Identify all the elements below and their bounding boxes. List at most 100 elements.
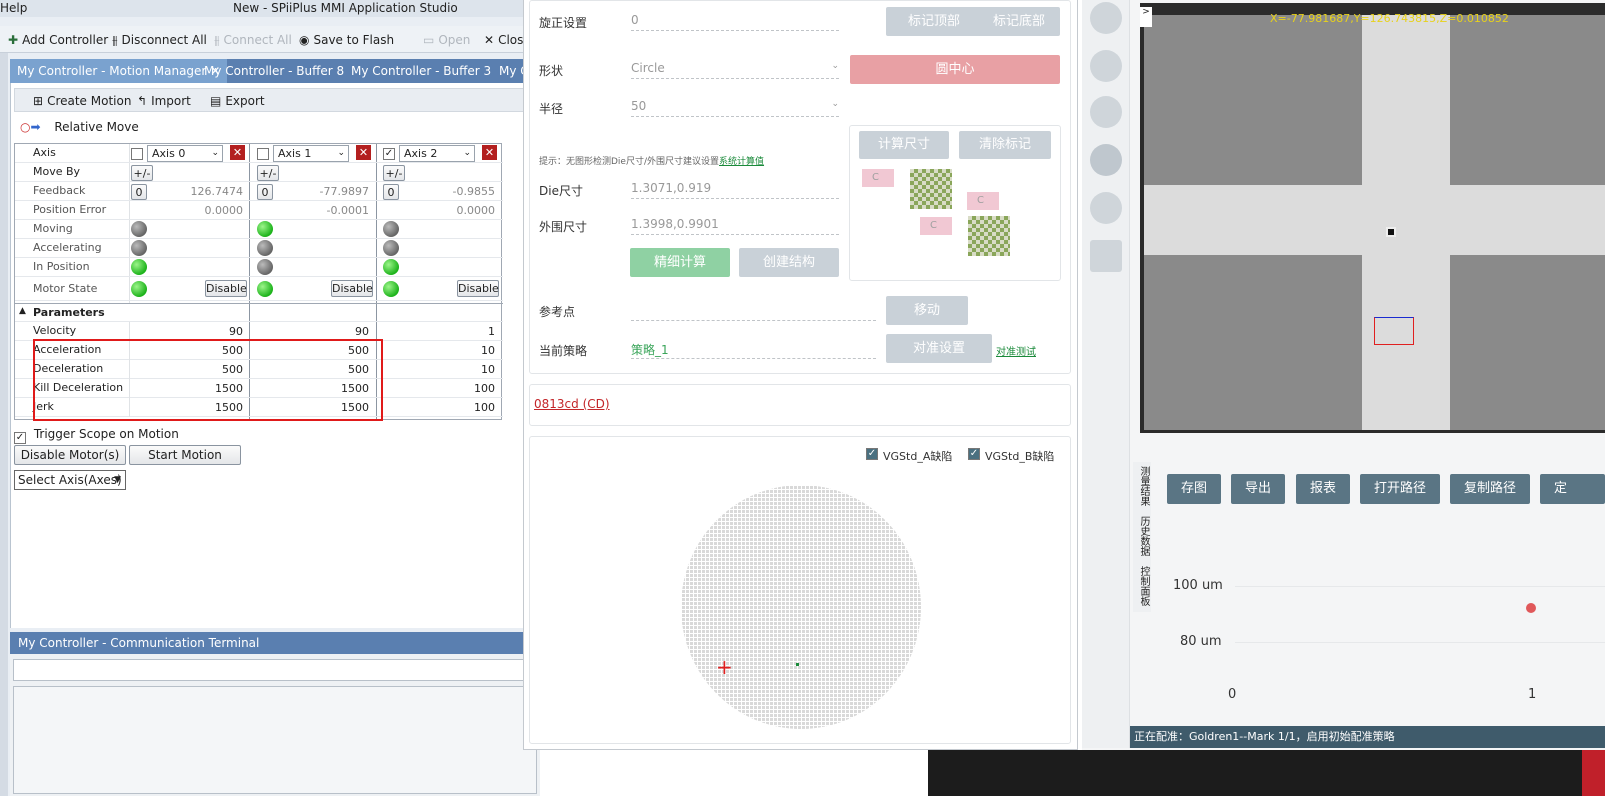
- vgstd-a-checkbox[interactable]: ✓: [866, 448, 878, 460]
- shape-select[interactable]: Circle ⌄: [631, 61, 839, 79]
- export-icon: ▤: [210, 94, 222, 108]
- param-value-axis2[interactable]: 10: [407, 363, 495, 376]
- param-value-axis1[interactable]: 90: [281, 325, 369, 338]
- clear-mark-button[interactable]: 清除标记: [959, 131, 1051, 159]
- document-tabs: My Controller - Motion Manager ✕ My Cont…: [10, 59, 540, 83]
- export-data-button[interactable]: 导出: [1231, 474, 1285, 504]
- align-test-link[interactable]: 对准测试: [996, 343, 1036, 358]
- axis0-accel-led: [131, 240, 147, 256]
- save-to-flash-button[interactable]: ◉ Save to Flash: [299, 30, 394, 50]
- data-point[interactable]: [1526, 603, 1536, 613]
- locate-button[interactable]: 定: [1540, 474, 1605, 504]
- collapse-icon[interactable]: ▲: [19, 306, 26, 316]
- tab-control-panel[interactable]: 控制面板: [1133, 566, 1151, 614]
- terminal-output[interactable]: [13, 686, 537, 794]
- circle-center-button[interactable]: 圆中心: [850, 55, 1060, 84]
- create-structure-button[interactable]: 创建结构: [739, 248, 839, 277]
- axis2-remove-button[interactable]: ✕: [482, 145, 497, 160]
- axis2-zero-button[interactable]: 0: [383, 184, 399, 200]
- fine-calc-button[interactable]: 精细计算: [630, 248, 730, 277]
- accelerating-row: Accelerating: [15, 239, 503, 258]
- die-size-input[interactable]: 1.3071,0.919: [631, 181, 839, 199]
- open-path-button[interactable]: 打开路径: [1360, 474, 1440, 504]
- tab-buffer-3[interactable]: My Controller - Buffer 3: [344, 59, 498, 83]
- lot-link[interactable]: 0813cd (CD): [534, 397, 610, 411]
- add-controller-button[interactable]: ✚ Add Controller: [8, 30, 108, 50]
- axis1-checkbox[interactable]: [257, 148, 269, 160]
- checklist-icon[interactable]: [1090, 240, 1122, 272]
- tab-buffer-8[interactable]: My Controller - Buffer 8: [197, 59, 351, 83]
- axis1-zero-button[interactable]: 0: [257, 184, 273, 200]
- import-button[interactable]: ↰ Import: [137, 91, 191, 111]
- axis0-disable-button[interactable]: Disable: [205, 280, 247, 297]
- size-calc-panel: 计算尺寸 清除标记 C C C: [849, 125, 1061, 281]
- axis2-select[interactable]: Axis 2 ⌄: [399, 145, 475, 162]
- axis0-select[interactable]: Axis 0 ⌄: [147, 145, 223, 162]
- axis0-plusminus-button[interactable]: +/-: [131, 165, 153, 181]
- param-value-axis2[interactable]: 10: [407, 344, 495, 357]
- vgstd-b-checkbox[interactable]: ✓: [968, 448, 980, 460]
- param-value-axis0[interactable]: 90: [155, 325, 243, 338]
- axis1-plusminus-button[interactable]: +/-: [257, 165, 279, 181]
- system-value-link[interactable]: 系统计算值: [719, 157, 764, 167]
- grid-icon[interactable]: [1090, 50, 1122, 82]
- wafer-map[interactable]: [681, 485, 921, 729]
- axis1-select[interactable]: Axis 1 ⌄: [273, 145, 349, 162]
- save-image-button[interactable]: 存图: [1167, 474, 1221, 504]
- calc-size-button[interactable]: 计算尺寸: [859, 131, 949, 159]
- axis0-checkbox[interactable]: [131, 148, 143, 160]
- axis2-accel-led: [383, 240, 399, 256]
- report-button[interactable]: 报表: [1296, 474, 1350, 504]
- in-position-label: In Position: [33, 260, 90, 273]
- axis1-disable-button[interactable]: Disable: [331, 280, 373, 297]
- tab-history[interactable]: 历史数据: [1133, 516, 1151, 564]
- axis0-zero-button[interactable]: 0: [131, 184, 147, 200]
- param-value-axis2[interactable]: 1: [407, 325, 495, 338]
- terminal-command-input[interactable]: [13, 659, 537, 681]
- open-button[interactable]: ▭ Open: [423, 30, 470, 50]
- axis2-checkbox[interactable]: ✓: [383, 148, 395, 160]
- copy-path-button[interactable]: 复制路径: [1450, 474, 1530, 504]
- export-button[interactable]: ▤ Export: [210, 91, 265, 111]
- trigger-scope-row[interactable]: ✓ Trigger Scope on Motion: [14, 427, 179, 444]
- start-motion-button[interactable]: Start Motion: [129, 445, 241, 465]
- disconnect-all-button[interactable]: ⫵ Disconnect All: [112, 30, 207, 50]
- axis1-remove-button[interactable]: ✕: [356, 145, 371, 160]
- radius-select[interactable]: 50 ⌄: [631, 99, 839, 117]
- trigger-scope-checkbox[interactable]: ✓: [14, 432, 26, 444]
- rotate-input[interactable]: 0: [631, 13, 839, 31]
- tab-motion-manager[interactable]: My Controller - Motion Manager ✕: [10, 59, 228, 83]
- marker-c-3: C: [920, 217, 952, 235]
- network-icon[interactable]: [1090, 96, 1122, 128]
- select-axes-dropdown[interactable]: Select Axis(Axes) ▼: [14, 470, 126, 490]
- disable-motors-button[interactable]: Disable Motor(s): [14, 445, 126, 465]
- disconnect-icon: ⫵: [112, 32, 118, 47]
- tab-measure-results[interactable]: 测量结果: [1133, 466, 1151, 514]
- alignment-mark: [1386, 227, 1396, 237]
- mark-bottom-button[interactable]: 标记底部: [978, 7, 1060, 36]
- image-icon[interactable]: [1090, 192, 1122, 224]
- axis0-inpos-led: [131, 259, 147, 275]
- outer-size-input[interactable]: 1.3998,0.9901: [631, 217, 839, 235]
- mark-top-button[interactable]: 标记顶部: [886, 7, 982, 36]
- strategy-input[interactable]: 策略_1: [631, 341, 876, 359]
- param-value-axis2[interactable]: 100: [407, 401, 495, 414]
- menu-help[interactable]: Help: [0, 1, 27, 15]
- microscope-view[interactable]: X=-77.981687,Y=126.743815,Z=0.010852 >: [1140, 3, 1605, 433]
- connect-all-button[interactable]: ⫵ Connect All: [214, 30, 292, 50]
- ruler-icon[interactable]: [1090, 144, 1122, 176]
- axis0-pos-error: 0.0000: [204, 204, 244, 217]
- param-value-axis2[interactable]: 100: [407, 382, 495, 395]
- moving-row: Moving: [15, 220, 503, 239]
- camera-icon[interactable]: [1090, 2, 1122, 34]
- parameters-header[interactable]: ▲ Parameters: [15, 303, 503, 322]
- relative-move-row[interactable]: ○➡ Relative Move: [20, 120, 139, 134]
- axis2-disable-button[interactable]: Disable: [457, 280, 499, 297]
- align-setting-button[interactable]: 对准设置: [886, 334, 992, 363]
- create-motion-button[interactable]: ⊞ Create Motion: [33, 91, 131, 111]
- reference-point-input[interactable]: [631, 303, 876, 321]
- expand-arrow-icon[interactable]: >: [1140, 7, 1152, 27]
- axis2-plusminus-button[interactable]: +/-: [383, 165, 405, 181]
- axis0-remove-button[interactable]: ✕: [230, 145, 245, 160]
- move-button[interactable]: 移动: [886, 296, 968, 325]
